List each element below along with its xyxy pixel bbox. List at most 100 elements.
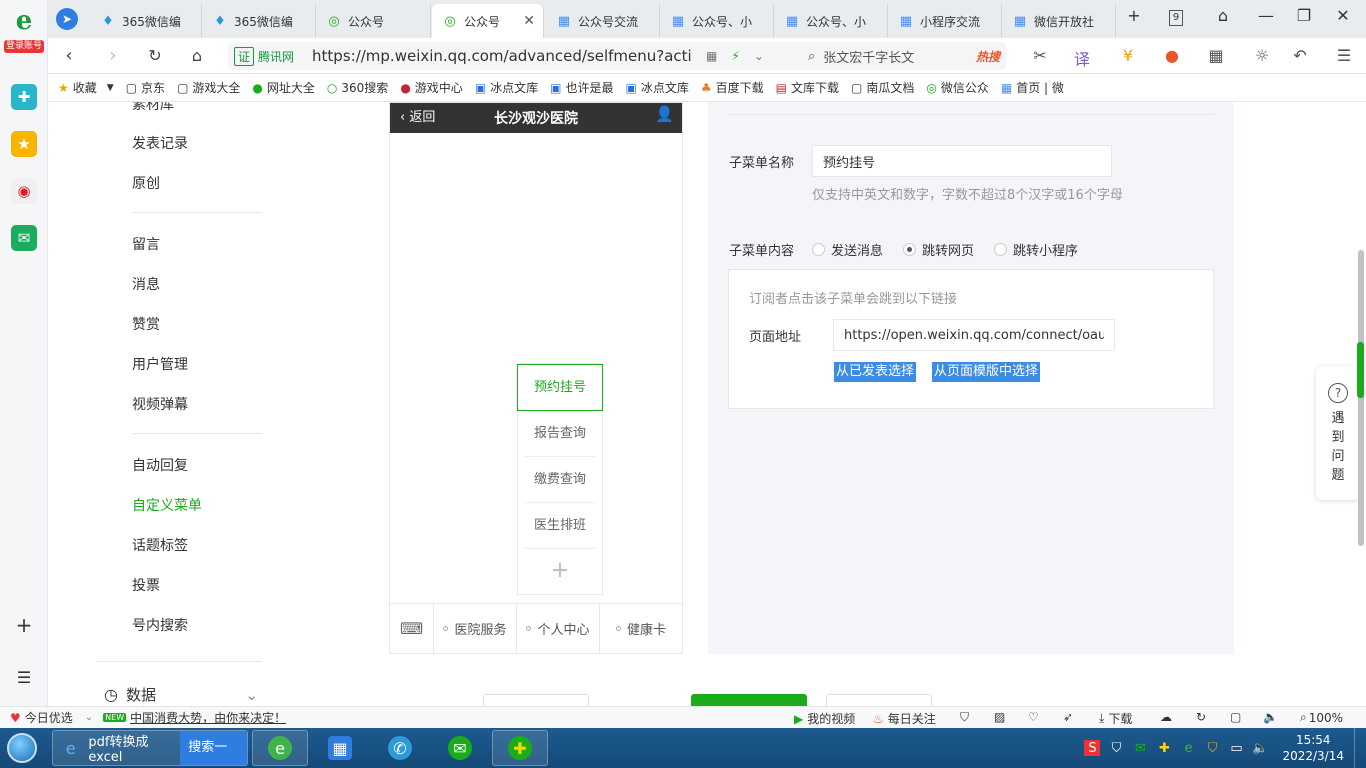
help-float[interactable]: ? 遇到问题 bbox=[1316, 366, 1360, 500]
sogou-icon[interactable]: S bbox=[1084, 740, 1101, 756]
rocket-icon[interactable]: ➶ bbox=[1063, 710, 1073, 724]
home-icon[interactable]: ⌂ bbox=[186, 46, 208, 66]
radio-jump-webpage[interactable]: 跳转网页 bbox=[903, 240, 974, 259]
tab[interactable]: ▦ 公众号、小 bbox=[660, 4, 774, 38]
main-menu-item[interactable]: 个人中心 bbox=[517, 604, 600, 653]
bookmark-item[interactable]: ▢ 游戏大全 bbox=[177, 79, 240, 96]
tab[interactable]: ▦ 公众号、小 bbox=[774, 4, 888, 38]
taskbar-wechat[interactable]: ✉ bbox=[432, 730, 488, 766]
back-icon[interactable]: ‹ bbox=[58, 46, 80, 66]
bookmark-item[interactable]: ▣ 也许是最 bbox=[550, 79, 613, 96]
main-menu-item[interactable]: 医院服务 bbox=[434, 604, 517, 653]
sidebar-item-publish-records[interactable]: 发表记录 bbox=[132, 133, 188, 153]
system-clock[interactable]: 15:54 2022/3/14 bbox=[1282, 732, 1344, 764]
sidebar-item-in-account-search[interactable]: 号内搜索 bbox=[132, 615, 188, 635]
shield-tray-icon[interactable]: ⛉ bbox=[1108, 740, 1124, 756]
bookmark-item[interactable]: ▣ 冰点文库 bbox=[475, 79, 538, 96]
tab[interactable]: ♦ 365微信编 bbox=[202, 4, 316, 38]
coupon-icon[interactable]: ¥ bbox=[1116, 46, 1140, 65]
plus-tray-icon[interactable]: ✚ bbox=[1156, 740, 1172, 756]
close-window-icon[interactable]: ✕ bbox=[1330, 6, 1356, 25]
speed-mode-icon[interactable]: ⚡ bbox=[731, 49, 739, 63]
translate-icon[interactable]: 译 bbox=[1070, 46, 1094, 70]
medical-plus-icon[interactable]: ✚ bbox=[11, 84, 37, 110]
submenu-item-selected[interactable]: 预约挂号 bbox=[517, 364, 603, 411]
my-video[interactable]: ▶ 我的视频 bbox=[794, 710, 855, 727]
sidebar-item-vote[interactable]: 投票 bbox=[132, 575, 160, 595]
speaker-icon[interactable]: 🔈 bbox=[1252, 740, 1268, 756]
sidebar-item-user-management[interactable]: 用户管理 bbox=[132, 354, 188, 374]
qr-code-icon[interactable]: ▦ bbox=[706, 49, 717, 63]
new-tab-icon[interactable]: + bbox=[1121, 6, 1147, 25]
weibo-icon[interactable]: ◉ bbox=[11, 178, 37, 204]
news-ticker[interactable]: NEW 中国消费大势，由你来决定！ bbox=[103, 709, 286, 726]
sidebar-item-appreciation[interactable]: 赞赏 bbox=[132, 314, 160, 334]
sidebar-item-topic-tags[interactable]: 话题标签 bbox=[132, 535, 188, 555]
bottom-button[interactable] bbox=[483, 694, 589, 706]
daily-focus[interactable]: ♨ 每日关注 bbox=[873, 710, 936, 727]
select-template-link[interactable]: 从页面模版中选择 bbox=[932, 362, 1041, 382]
security-cert-icon[interactable]: 证 bbox=[234, 46, 255, 66]
submenu-name-input[interactable] bbox=[812, 145, 1112, 177]
add-icon[interactable]: + bbox=[11, 612, 37, 638]
sidebar-item-video-danmaku[interactable]: 视频弹幕 bbox=[132, 394, 188, 414]
sidebar-item-original[interactable]: 原创 bbox=[132, 173, 160, 193]
url-dropdown-icon[interactable]: ⌄ bbox=[754, 49, 764, 63]
taskbar-apps[interactable]: ▦ bbox=[312, 730, 368, 766]
search-query[interactable]: 张文宏千字长文 bbox=[823, 47, 914, 66]
bottom-button[interactable] bbox=[826, 694, 932, 706]
bookmark-item[interactable]: ★ 收藏 ▼ bbox=[58, 79, 114, 96]
radio-button[interactable] bbox=[994, 243, 1008, 256]
image-icon[interactable]: ▨ bbox=[994, 710, 1005, 724]
tab[interactable]: ▦ 微信开放社 bbox=[1002, 4, 1116, 38]
submenu-item[interactable]: 报告查询 bbox=[524, 411, 596, 457]
keyboard-icon[interactable]: ⌨ bbox=[390, 604, 434, 653]
tab-count-icon[interactable]: 9 bbox=[1169, 10, 1183, 26]
taskbar-360[interactable]: ✚ bbox=[492, 730, 548, 766]
search-button[interactable]: 搜索一下 bbox=[180, 731, 247, 765]
sidebar-item-messages[interactable]: 消息 bbox=[132, 274, 160, 294]
browser-tray-icon[interactable]: e bbox=[1180, 740, 1196, 756]
minimize-icon[interactable]: — bbox=[1253, 6, 1279, 25]
volume-icon[interactable]: 🔈 bbox=[1263, 710, 1278, 724]
main-menu-icon[interactable]: ☰ bbox=[1332, 46, 1356, 65]
wechat-tray-icon[interactable]: ✉ bbox=[1132, 740, 1148, 756]
tab[interactable]: ♦ 365微信编 bbox=[90, 4, 202, 38]
search-box[interactable]: ⌕ 张文宏千字长文 热搜 bbox=[800, 42, 1006, 70]
bookmark-item[interactable]: ▢ 京东 bbox=[126, 79, 165, 96]
tab-active[interactable]: ◎ 公众号 ✕ bbox=[432, 4, 544, 38]
radio-button-checked[interactable] bbox=[903, 243, 917, 256]
sidebar-item-auto-reply[interactable]: 自动回复 bbox=[132, 455, 188, 475]
brightness-icon[interactable]: ☼ bbox=[1250, 46, 1274, 65]
security-tray-icon[interactable]: ⛉ bbox=[1204, 740, 1220, 756]
taskbar-phone[interactable]: ✆ bbox=[372, 730, 428, 766]
login-badge[interactable]: 登录账号 bbox=[4, 40, 44, 53]
security-shield-icon[interactable]: ⛉ bbox=[960, 710, 969, 725]
download-manager[interactable]: ⤓ 下载 bbox=[1099, 710, 1132, 727]
radio-send-message[interactable]: 发送消息 bbox=[812, 240, 883, 259]
submenu-item[interactable]: 医生排班 bbox=[524, 503, 596, 549]
window-icon[interactable]: ▢ bbox=[1230, 710, 1241, 724]
heart-outline-icon[interactable]: ♡ bbox=[1028, 710, 1039, 724]
maximize-icon[interactable]: ❐ bbox=[1291, 6, 1317, 25]
game-icon[interactable]: ● bbox=[1160, 46, 1184, 65]
start-button[interactable] bbox=[0, 728, 44, 768]
url-text[interactable]: https://mp.weixin.qq.com/advanced/selfme… bbox=[312, 47, 692, 65]
bookmark-item[interactable]: ● 游戏中心 bbox=[400, 79, 463, 96]
tab[interactable]: ▦ 小程序交流 bbox=[888, 4, 1002, 38]
sidebar-group-data[interactable]: ◷ 数据 ⌄ bbox=[104, 684, 258, 705]
hot-search-badge[interactable]: 热搜 bbox=[976, 48, 1000, 65]
close-tab-icon[interactable]: ✕ bbox=[523, 13, 535, 29]
today-picks[interactable]: ♥ 今日优选 ⌄ bbox=[10, 709, 93, 726]
forward-icon[interactable]: › bbox=[102, 46, 124, 66]
scrollbar-thumb[interactable] bbox=[1357, 342, 1364, 398]
main-menu-item[interactable]: 健康卡 bbox=[600, 604, 682, 653]
page-scrollbar[interactable] bbox=[1358, 250, 1364, 546]
mail-icon[interactable]: ✉ bbox=[11, 225, 37, 251]
scissors-icon[interactable]: ✂ bbox=[1028, 46, 1052, 65]
refresh-icon[interactable]: ↻ bbox=[144, 46, 166, 66]
news-text[interactable]: 中国消费大势，由你来决定！ bbox=[130, 709, 286, 726]
bookmark-item[interactable]: ▤ 文库下载 bbox=[776, 79, 839, 96]
radio-jump-miniprogram[interactable]: 跳转小程序 bbox=[994, 240, 1078, 259]
bookmark-item[interactable]: ♣ 百度下载 bbox=[701, 79, 764, 96]
